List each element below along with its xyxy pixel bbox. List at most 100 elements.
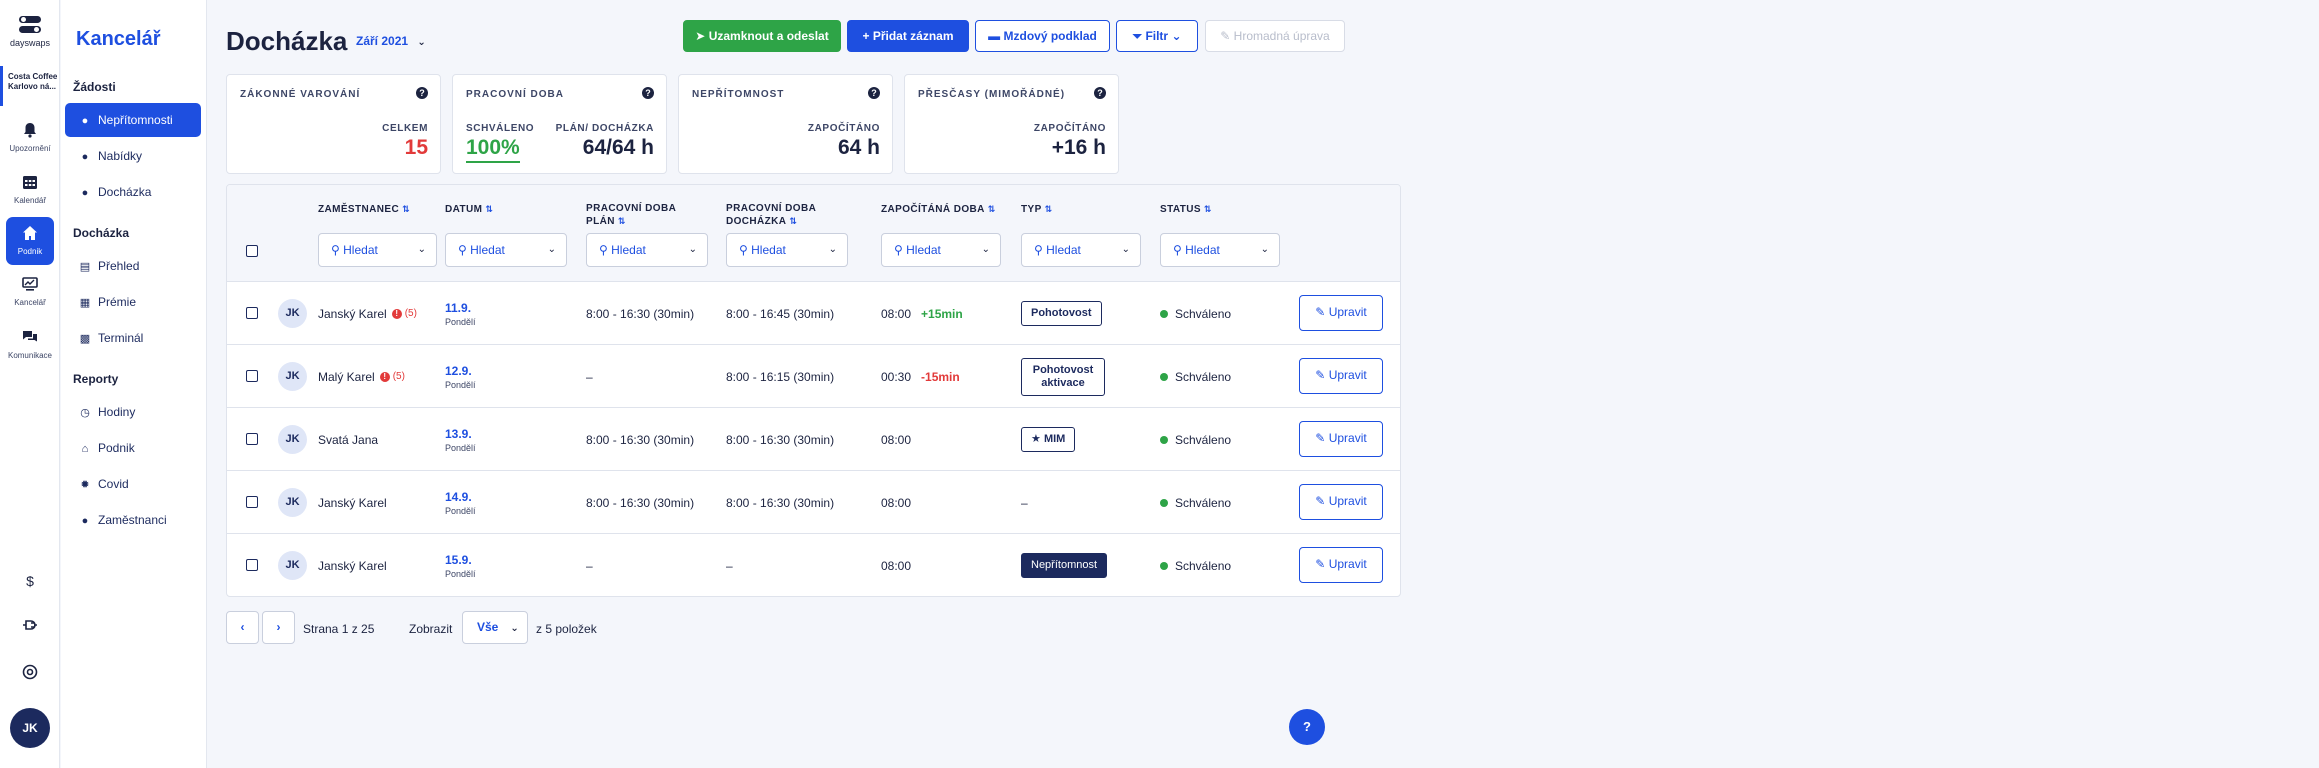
star-icon: ★ [1031, 433, 1041, 445]
search-icon: ⚲ [599, 243, 608, 257]
edit-button[interactable]: ✎ Upravit [1299, 484, 1383, 520]
rail-item-notifications[interactable]: Upozornění [6, 118, 54, 158]
filter-counted[interactable]: ⚲ Hledat ⌄ [881, 233, 1001, 267]
sidebar-item-attendance-requests[interactable]: ● Docházka [65, 175, 201, 209]
employee-cell[interactable]: Svatá Jana [318, 408, 378, 471]
column-status[interactable]: STATUS ⇅ [1160, 203, 1212, 216]
sidebar-item-terminal[interactable]: ▩ Terminál [65, 321, 201, 355]
status-cell: Schváleno [1160, 534, 1231, 596]
sidebar-item-overview[interactable]: ▤ Přehled [65, 249, 201, 283]
row-checkbox[interactable] [246, 559, 258, 571]
sidebar-item-employees[interactable]: ● Zaměstnanci [65, 503, 201, 537]
status-dot [1160, 561, 1168, 570]
sidebar-item-hours[interactable]: ◷ Hodiny [65, 395, 201, 429]
rail-item-venue[interactable]: Podnik [6, 217, 54, 265]
chevron-down-icon: ⌄ [547, 244, 556, 255]
date-cell[interactable]: 11.9. Pondělí [445, 282, 476, 345]
row-checkbox[interactable] [246, 370, 258, 382]
help-icon[interactable]: ? [1094, 87, 1106, 99]
column-date[interactable]: DATUM ⇅ [445, 203, 493, 216]
row-checkbox[interactable] [246, 433, 258, 445]
page-indicator: Strana 1 z 25 [303, 622, 375, 636]
filter-plan[interactable]: ⚲ Hledat ⌄ [586, 233, 708, 267]
support-icon[interactable] [0, 664, 60, 683]
date-cell[interactable]: 12.9. Pondělí [445, 345, 476, 408]
prev-page-button[interactable]: ‹ [226, 611, 259, 644]
sidebar-item-venue-report[interactable]: ⌂ Podnik [65, 431, 201, 465]
employee-cell[interactable]: Janský Karel! (5) [318, 282, 417, 345]
venue-switcher[interactable]: Costa Coffee Karlovo ná... [0, 66, 60, 106]
help-icon[interactable]: ? [642, 87, 654, 99]
employee-cell[interactable]: Malý Karel! (5) [318, 345, 405, 408]
rail-item-calendar[interactable]: Kalendář [6, 170, 54, 210]
edit-icon: ✎ [1315, 305, 1326, 319]
edit-button[interactable]: ✎ Upravit [1299, 421, 1383, 457]
add-record-button[interactable]: + Přidat záznam [847, 20, 969, 52]
type-cell: – [1021, 495, 1028, 510]
period-selector[interactable]: Září 2021 ⌄ [356, 34, 426, 48]
filter-attendance[interactable]: ⚲ Hledat ⌄ [726, 233, 848, 267]
lock-and-send-button[interactable]: ➤ Uzamknout a odeslat [683, 20, 841, 52]
column-attendance[interactable]: PRACOVNÍ DOBA DOCHÁZKA ⇅ [726, 203, 826, 228]
row-checkbox[interactable] [246, 496, 258, 508]
dayswaps-logo[interactable]: dayswaps [0, 16, 60, 48]
date-cell[interactable]: 13.9. Pondělí [445, 408, 476, 471]
help-icon[interactable]: ? [416, 87, 428, 99]
column-plan[interactable]: PRACOVNÍ DOBA PLÁN ⇅ [586, 203, 686, 228]
next-page-button[interactable]: › [262, 611, 295, 644]
office-sidebar: Kancelář Žádosti ● Nepřítomnosti ● Nabídky… [61, 0, 207, 768]
rail-item-communication[interactable]: Komunikace [6, 325, 54, 365]
card-value: 15 [404, 136, 428, 159]
avatar: JK [278, 299, 307, 328]
sidebar-item-bonuses[interactable]: ▦ Prémie [65, 285, 201, 319]
home-icon: ⌂ [81, 443, 89, 455]
payroll-button[interactable]: ▬ Mzdový podklad [975, 20, 1110, 52]
sidebar-item-offers[interactable]: ● Nabídky [65, 139, 201, 173]
warning-icon: ! [391, 308, 402, 319]
select-all-checkbox[interactable] [246, 245, 258, 257]
sidebar-item-label: Nepřítomnosti [98, 113, 173, 127]
employee-cell[interactable]: Janský Karel [318, 471, 387, 534]
approved-value: 100% [466, 136, 520, 163]
edit-button[interactable]: ✎ Upravit [1299, 358, 1383, 394]
rail-item-office[interactable]: Kancelář [6, 272, 54, 312]
sidebar-item-absences[interactable]: ● Nepřítomnosti [65, 103, 201, 137]
filter-employee[interactable]: ⚲ Hledat ⌄ [318, 233, 437, 267]
attendance-cell: 8:00 - 16:30 (30min) [726, 432, 835, 447]
filter-date[interactable]: ⚲ Hledat ⌄ [445, 233, 567, 267]
filter-status[interactable]: ⚲ Hledat ⌄ [1160, 233, 1280, 267]
sidebar-item-covid[interactable]: ✹ Covid [65, 467, 201, 501]
clipboard-icon: ▤ [79, 261, 91, 273]
employee-cell[interactable]: Janský Karel [318, 534, 387, 596]
logo-mark [19, 16, 41, 34]
chevron-down-icon: ⌄ [510, 623, 519, 634]
page-size-label: Zobrazit [409, 622, 453, 636]
user-avatar[interactable]: JK [10, 708, 50, 748]
column-type[interactable]: TYP ⇅ [1021, 203, 1053, 216]
filter-type[interactable]: ⚲ Hledat ⌄ [1021, 233, 1141, 267]
column-employee[interactable]: ZAMĚSTNANEC ⇅ [318, 203, 410, 216]
bulk-edit-button[interactable]: ✎ Hromadná úprava [1205, 20, 1345, 52]
rail-item-label: Podnik [17, 247, 43, 256]
chevron-down-icon: ⌄ [1260, 244, 1269, 255]
dollar-icon[interactable]: $ [0, 573, 60, 589]
filter-button[interactable]: ⏷ Filtr ⌄ [1116, 20, 1198, 52]
help-icon[interactable]: ? [868, 87, 880, 99]
sidebar-item-label: Hodiny [98, 405, 136, 419]
plan-cell: – [586, 369, 593, 384]
edit-button[interactable]: ✎ Upravit [1299, 295, 1383, 331]
help-button[interactable]: ? [1289, 709, 1325, 745]
page-size-select[interactable]: Vše ⌄ [462, 611, 528, 644]
person-icon: ● [81, 515, 89, 527]
edit-button[interactable]: ✎ Upravit [1299, 547, 1383, 583]
date-cell[interactable]: 15.9. Pondělí [445, 534, 476, 596]
plug-icon[interactable] [0, 618, 60, 635]
column-counted[interactable]: ZAPOČÍTÁNÁ DOBA ⇅ [881, 203, 996, 216]
chevron-down-icon: ⌄ [1171, 29, 1182, 43]
virus-icon: ✹ [80, 479, 90, 491]
search-icon: ⚲ [1034, 243, 1043, 257]
overtime-card: PŘESČASY (MIMOŘÁDNÉ) ? ZAPOČÍTÁNO +16 h [904, 74, 1119, 174]
row-checkbox[interactable] [246, 307, 258, 319]
date-cell[interactable]: 14.9. Pondělí [445, 471, 476, 534]
avatar: JK [278, 362, 307, 391]
